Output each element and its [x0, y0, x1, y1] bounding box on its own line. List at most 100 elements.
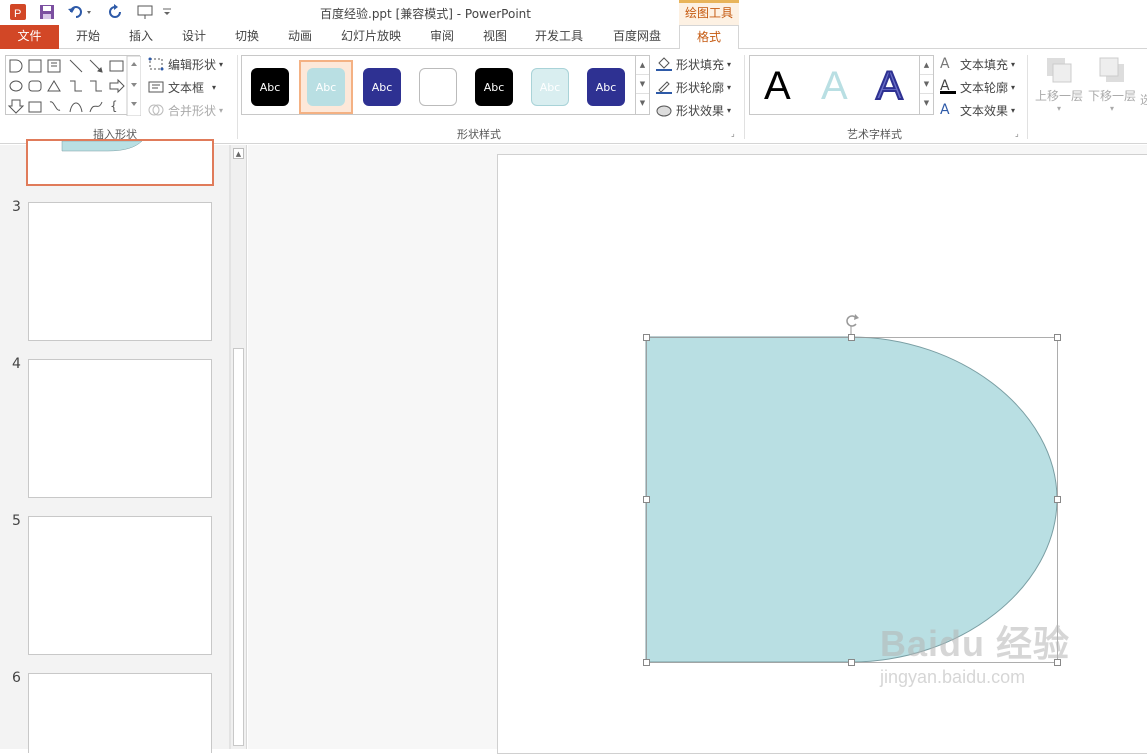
- slide-number: 6: [12, 670, 21, 686]
- resize-handle-top[interactable]: [848, 334, 855, 341]
- slide-number: 3: [12, 199, 21, 215]
- shape-icons[interactable]: {: [6, 55, 142, 117]
- text-effects-icon: A: [940, 102, 950, 118]
- swatch-label: Abc: [427, 80, 449, 94]
- redo-icon[interactable]: [106, 2, 126, 22]
- tab-home[interactable]: 开始: [66, 25, 110, 49]
- tab-view[interactable]: 视图: [473, 25, 517, 49]
- send-backward-icon: [1099, 57, 1124, 82]
- scrollbar-thumb[interactable]: [233, 348, 244, 746]
- wordart-styles-gallery[interactable]: A A A ▲ ▼ ▼: [749, 55, 934, 115]
- tab-file[interactable]: 文件: [0, 25, 59, 49]
- start-slideshow-icon[interactable]: [135, 2, 157, 22]
- text-outline-button[interactable]: A 文本轮廓 ▾: [940, 77, 1015, 97]
- slide-thumbnail[interactable]: [28, 359, 212, 498]
- edit-shape-button[interactable]: 编辑形状 ▾: [148, 54, 223, 74]
- pen-outline-icon: [656, 80, 672, 94]
- more-icon[interactable]: ▼: [636, 94, 649, 113]
- more-icon[interactable]: ▼: [920, 94, 933, 113]
- swatch-label: Abc: [259, 80, 281, 94]
- slide-thumbnails-pane[interactable]: 3 4 5 6: [0, 139, 230, 753]
- tab-design[interactable]: 设计: [172, 25, 216, 49]
- tab-insert[interactable]: 插入: [119, 25, 163, 49]
- shape-fill-button[interactable]: 形状填充 ▾: [656, 54, 731, 74]
- thumbnail-shape-preview: [61, 140, 143, 152]
- shape-effects-button[interactable]: 形状效果 ▾: [656, 100, 731, 120]
- shape-effects-icon: [656, 103, 672, 117]
- shape-style-swatch[interactable]: Abc: [587, 68, 625, 106]
- wordart-style-blue-outline[interactable]: A: [875, 60, 904, 112]
- text-effects-label: 文本效果: [960, 103, 1009, 118]
- text-box-label: 文本框: [168, 80, 205, 95]
- resize-handle-top-right[interactable]: [1054, 334, 1061, 341]
- baidu-watermark: Baidu 经验 jingyan.baidu.com: [880, 624, 1070, 690]
- shape-style-swatch[interactable]: Abc: [531, 68, 569, 106]
- dialog-launcher-icon[interactable]: ⌟: [1015, 129, 1019, 138]
- scroll-up-icon[interactable]: ▲: [920, 56, 933, 75]
- shape-style-swatch[interactable]: Abc: [419, 68, 457, 106]
- shapes-gallery[interactable]: {: [5, 55, 142, 117]
- merge-shapes-button[interactable]: 合并形状 ▾: [148, 100, 223, 120]
- thumbnails-scrollbar[interactable]: ▲: [230, 145, 247, 749]
- scroll-up-icon[interactable]: ▲: [636, 56, 649, 75]
- slide-thumbnail[interactable]: [28, 202, 212, 341]
- swatch-label: Abc: [539, 80, 561, 94]
- resize-handle-bottom-left[interactable]: [643, 659, 650, 666]
- tab-slideshow[interactable]: 幻灯片放映: [333, 25, 409, 49]
- send-backward-button[interactable]: 下移一层 ▾: [1087, 56, 1137, 113]
- paint-bucket-icon: [656, 57, 672, 71]
- slide-thumbnail-selected[interactable]: [26, 139, 214, 186]
- ribbon: { 编辑形状 ▾ 文本框 ▾ 合并形状 ▾ 插入形状 Abc Abc Abc Abc …: [0, 49, 1147, 144]
- group-divider: [1027, 55, 1028, 139]
- text-box-icon: [148, 80, 164, 94]
- shape-outline-label: 形状轮廓: [676, 80, 725, 95]
- tab-animations[interactable]: 动画: [278, 25, 322, 49]
- edit-shape-icon: [148, 57, 164, 71]
- wordart-style-black[interactable]: A: [764, 60, 791, 112]
- shape-outline-button[interactable]: 形状轮廓 ▾: [656, 77, 731, 97]
- wordart-style-light-blue[interactable]: A: [821, 60, 848, 112]
- window-title: 百度经验.ppt [兼容模式] - PowerPoint: [320, 7, 531, 21]
- tab-developer[interactable]: 开发工具: [528, 25, 590, 49]
- undo-icon[interactable]: [66, 2, 96, 22]
- customize-toolbar-icon[interactable]: [160, 2, 174, 22]
- slide-thumbnail[interactable]: [28, 673, 212, 753]
- gallery-scroll[interactable]: ▲ ▼ ▼: [919, 56, 933, 114]
- bring-forward-icon: [1047, 58, 1072, 83]
- shape-style-swatch[interactable]: Abc: [363, 68, 401, 106]
- shape-style-swatch[interactable]: Abc: [475, 68, 513, 106]
- tab-transitions[interactable]: 切换: [225, 25, 269, 49]
- gallery-scroll[interactable]: ▲ ▼ ▼: [635, 56, 649, 114]
- resize-handle-top-left[interactable]: [643, 334, 650, 341]
- tab-review[interactable]: 审阅: [420, 25, 464, 49]
- drawing-tools-context-label: 绘图工具: [679, 0, 739, 25]
- selection-pane-truncated[interactable]: 选: [1140, 91, 1147, 108]
- swatch-label: Abc: [483, 80, 505, 94]
- scroll-up-icon[interactable]: ▲: [233, 148, 244, 159]
- swatch-label: Abc: [371, 80, 393, 94]
- resize-handle-bottom[interactable]: [848, 659, 855, 666]
- shape-style-swatch[interactable]: Abc: [251, 68, 289, 106]
- scroll-down-icon[interactable]: ▼: [920, 75, 933, 94]
- dialog-launcher-icon[interactable]: ⌟: [731, 129, 735, 138]
- swatch-label: Abc: [315, 80, 337, 94]
- text-effects-button[interactable]: A 文本效果 ▾: [940, 100, 1015, 120]
- text-box-button[interactable]: 文本框 ▾: [148, 77, 216, 97]
- bring-forward-label: 上移一层: [1034, 89, 1083, 103]
- bring-forward-button[interactable]: 上移一层 ▾: [1034, 56, 1084, 113]
- group-divider: [744, 55, 745, 139]
- save-icon[interactable]: [36, 2, 58, 22]
- tab-baidu-netdisk[interactable]: 百度网盘: [603, 25, 671, 49]
- slide-number: 4: [12, 356, 21, 372]
- shape-styles-gallery[interactable]: Abc Abc Abc Abc Abc Abc Abc ▲ ▼ ▼: [241, 55, 650, 115]
- shape-fill-label: 形状填充: [676, 57, 725, 72]
- text-fill-button[interactable]: A 文本填充 ▾: [940, 54, 1015, 74]
- scroll-down-icon[interactable]: ▼: [636, 75, 649, 94]
- resize-handle-right[interactable]: [1054, 496, 1061, 503]
- shape-effects-label: 形状效果: [676, 103, 725, 118]
- merge-shapes-icon: [148, 103, 164, 117]
- slide-thumbnail[interactable]: [28, 516, 212, 655]
- shape-style-swatch[interactable]: Abc: [307, 68, 345, 106]
- resize-handle-left[interactable]: [643, 496, 650, 503]
- tab-format[interactable]: 格式: [679, 25, 739, 50]
